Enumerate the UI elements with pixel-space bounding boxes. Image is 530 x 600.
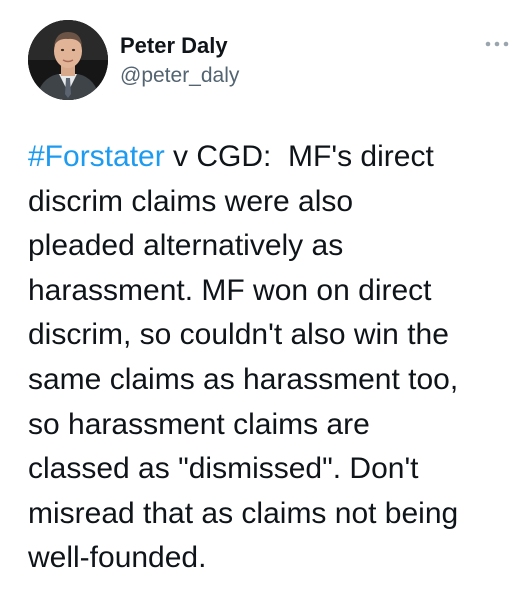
more-options-button[interactable]: [482, 34, 512, 54]
author-avatar[interactable]: [28, 20, 108, 100]
author-name[interactable]: Peter Daly: [120, 33, 228, 59]
tweet-text: #Forstater v CGD: MF's direct discrim cl…: [28, 135, 518, 581]
author-handle[interactable]: @peter_daly: [120, 64, 239, 88]
tweet-body: v CGD: MF's direct discrim claims were a…: [28, 140, 459, 575]
tweet-card: Peter Daly @peter_daly #Forstater v CGD:…: [0, 0, 530, 600]
profile-photo-icon: [28, 20, 108, 100]
more-horizontal-icon: [485, 41, 509, 47]
hashtag-link[interactable]: #Forstater: [28, 140, 165, 173]
